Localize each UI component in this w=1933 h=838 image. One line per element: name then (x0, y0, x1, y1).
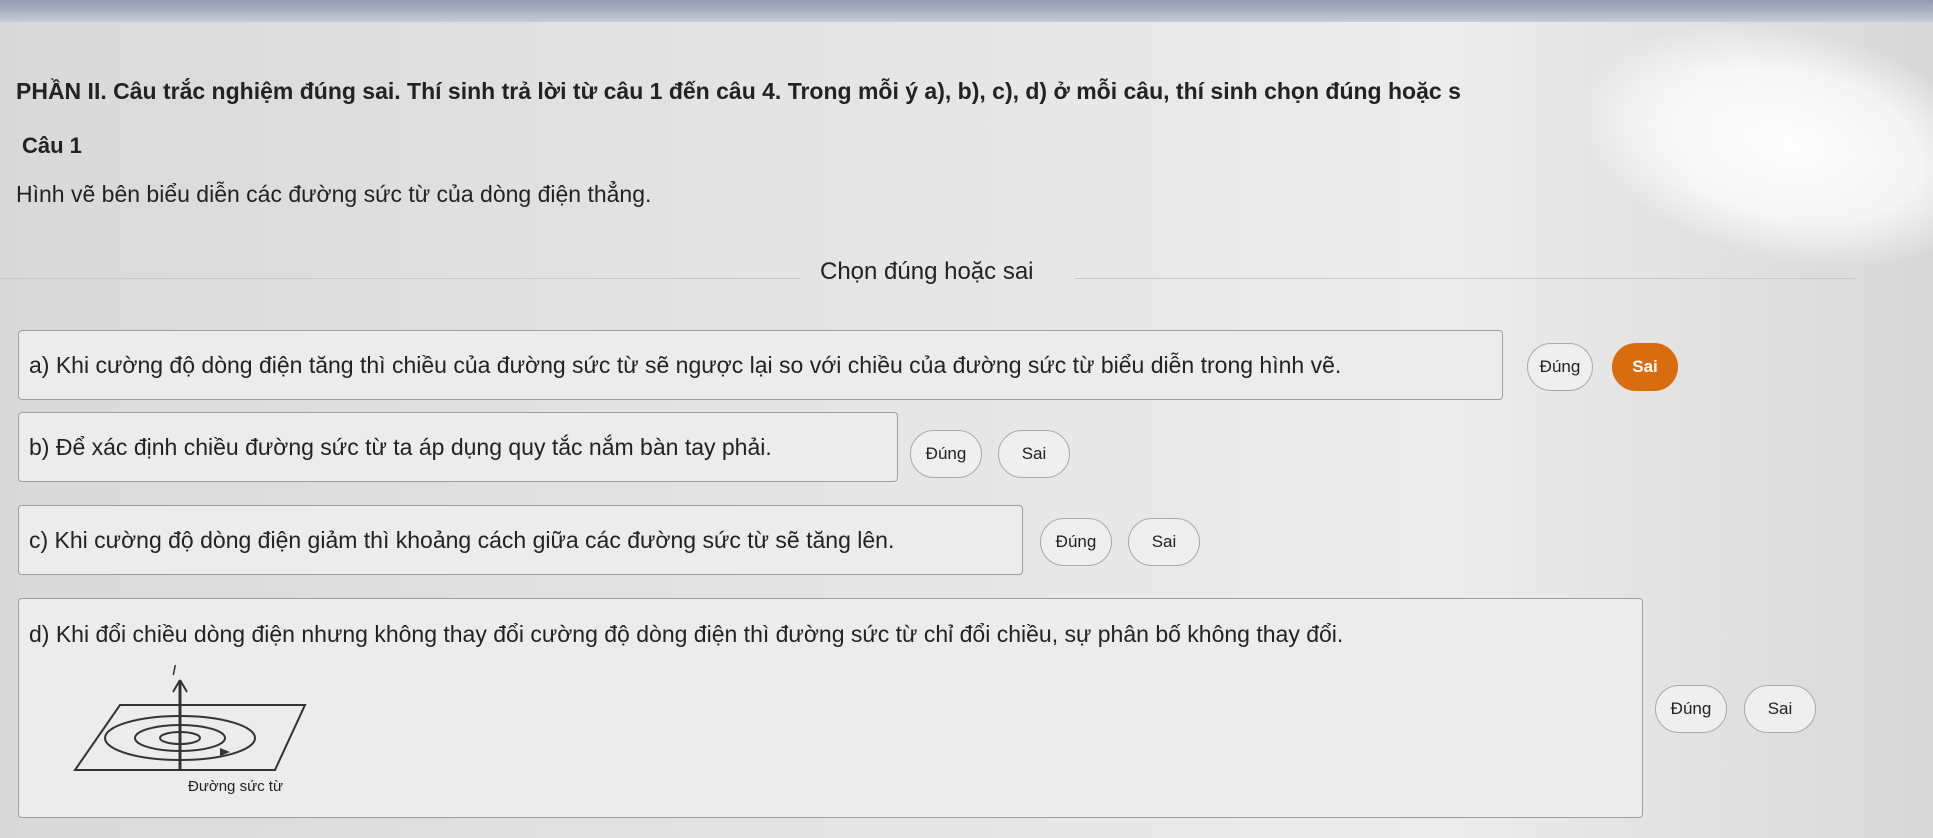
section-header: PHẦN II. Câu trắc nghiệm đúng sai. Thí s… (16, 78, 1461, 104)
statement-d-false-button[interactable]: Sai (1744, 685, 1816, 733)
statement-b-text: b) Để xác định chiều đường sức từ ta áp … (29, 433, 772, 460)
statement-b-false-button[interactable]: Sai (998, 430, 1070, 478)
question-title: Câu 1 (22, 133, 82, 158)
statement-c-false-button[interactable]: Sai (1128, 518, 1200, 566)
section-label: Chọn đúng hoặc sai (820, 258, 1034, 285)
field-line-label: Đường sức từ (188, 778, 283, 795)
statement-c: c) Khi cường độ dòng điện giảm thì khoản… (18, 505, 1023, 575)
field-lines-diagram (73, 679, 307, 771)
statement-a-true-button[interactable]: Đúng (1527, 343, 1593, 391)
statement-a-false-button[interactable]: Sai (1612, 343, 1678, 391)
statement-a: a) Khi cường độ dòng điện tăng thì chiều… (18, 330, 1503, 400)
statement-c-text: c) Khi cường độ dòng điện giảm thì khoản… (29, 526, 895, 553)
current-label: I (172, 662, 177, 679)
magnetic-field-figure: I Đường sức từ (70, 660, 330, 800)
statement-a-text: a) Khi cường độ dòng điện tăng thì chiều… (29, 351, 1342, 378)
statement-d-true-button[interactable]: Đúng (1655, 685, 1727, 733)
statement-b: b) Để xác định chiều đường sức từ ta áp … (18, 412, 898, 482)
divider-left (0, 278, 800, 279)
statement-c-true-button[interactable]: Đúng (1040, 518, 1112, 566)
statement-b-true-button[interactable]: Đúng (910, 430, 982, 478)
question-description: Hình vẽ bên biểu diễn các đường sức từ c… (16, 181, 652, 207)
divider-right (1075, 278, 1855, 279)
statement-d-text: d) Khi đổi chiều dòng điện nhưng không t… (29, 621, 1344, 647)
browser-top-bar (0, 0, 1933, 22)
